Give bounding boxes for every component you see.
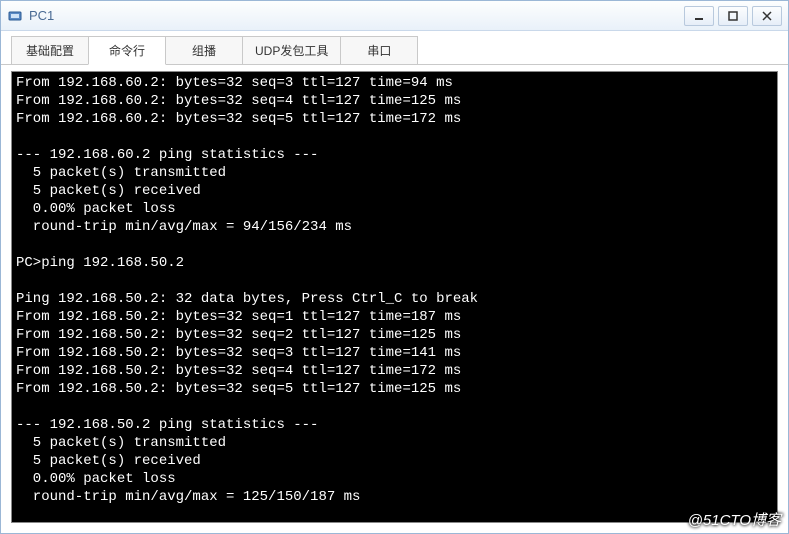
app-window: PC1 基础配置命令行组播UDP发包工具串口 From 192.168.60.2… xyxy=(0,0,789,534)
maximize-button[interactable] xyxy=(718,6,748,26)
window-controls xyxy=(684,6,782,26)
tab-1[interactable]: 命令行 xyxy=(88,36,166,65)
tab-4[interactable]: 串口 xyxy=(340,36,418,64)
minimize-button[interactable] xyxy=(684,6,714,26)
tab-bar: 基础配置命令行组播UDP发包工具串口 xyxy=(1,31,788,65)
tab-0[interactable]: 基础配置 xyxy=(11,36,89,64)
titlebar: PC1 xyxy=(1,1,788,31)
tab-3[interactable]: UDP发包工具 xyxy=(242,36,341,64)
window-title: PC1 xyxy=(29,8,684,23)
terminal-panel: From 192.168.60.2: bytes=32 seq=3 ttl=12… xyxy=(11,71,778,523)
terminal-output[interactable]: From 192.168.60.2: bytes=32 seq=3 ttl=12… xyxy=(12,72,777,522)
app-icon xyxy=(7,8,23,24)
close-button[interactable] xyxy=(752,6,782,26)
tab-2[interactable]: 组播 xyxy=(165,36,243,64)
